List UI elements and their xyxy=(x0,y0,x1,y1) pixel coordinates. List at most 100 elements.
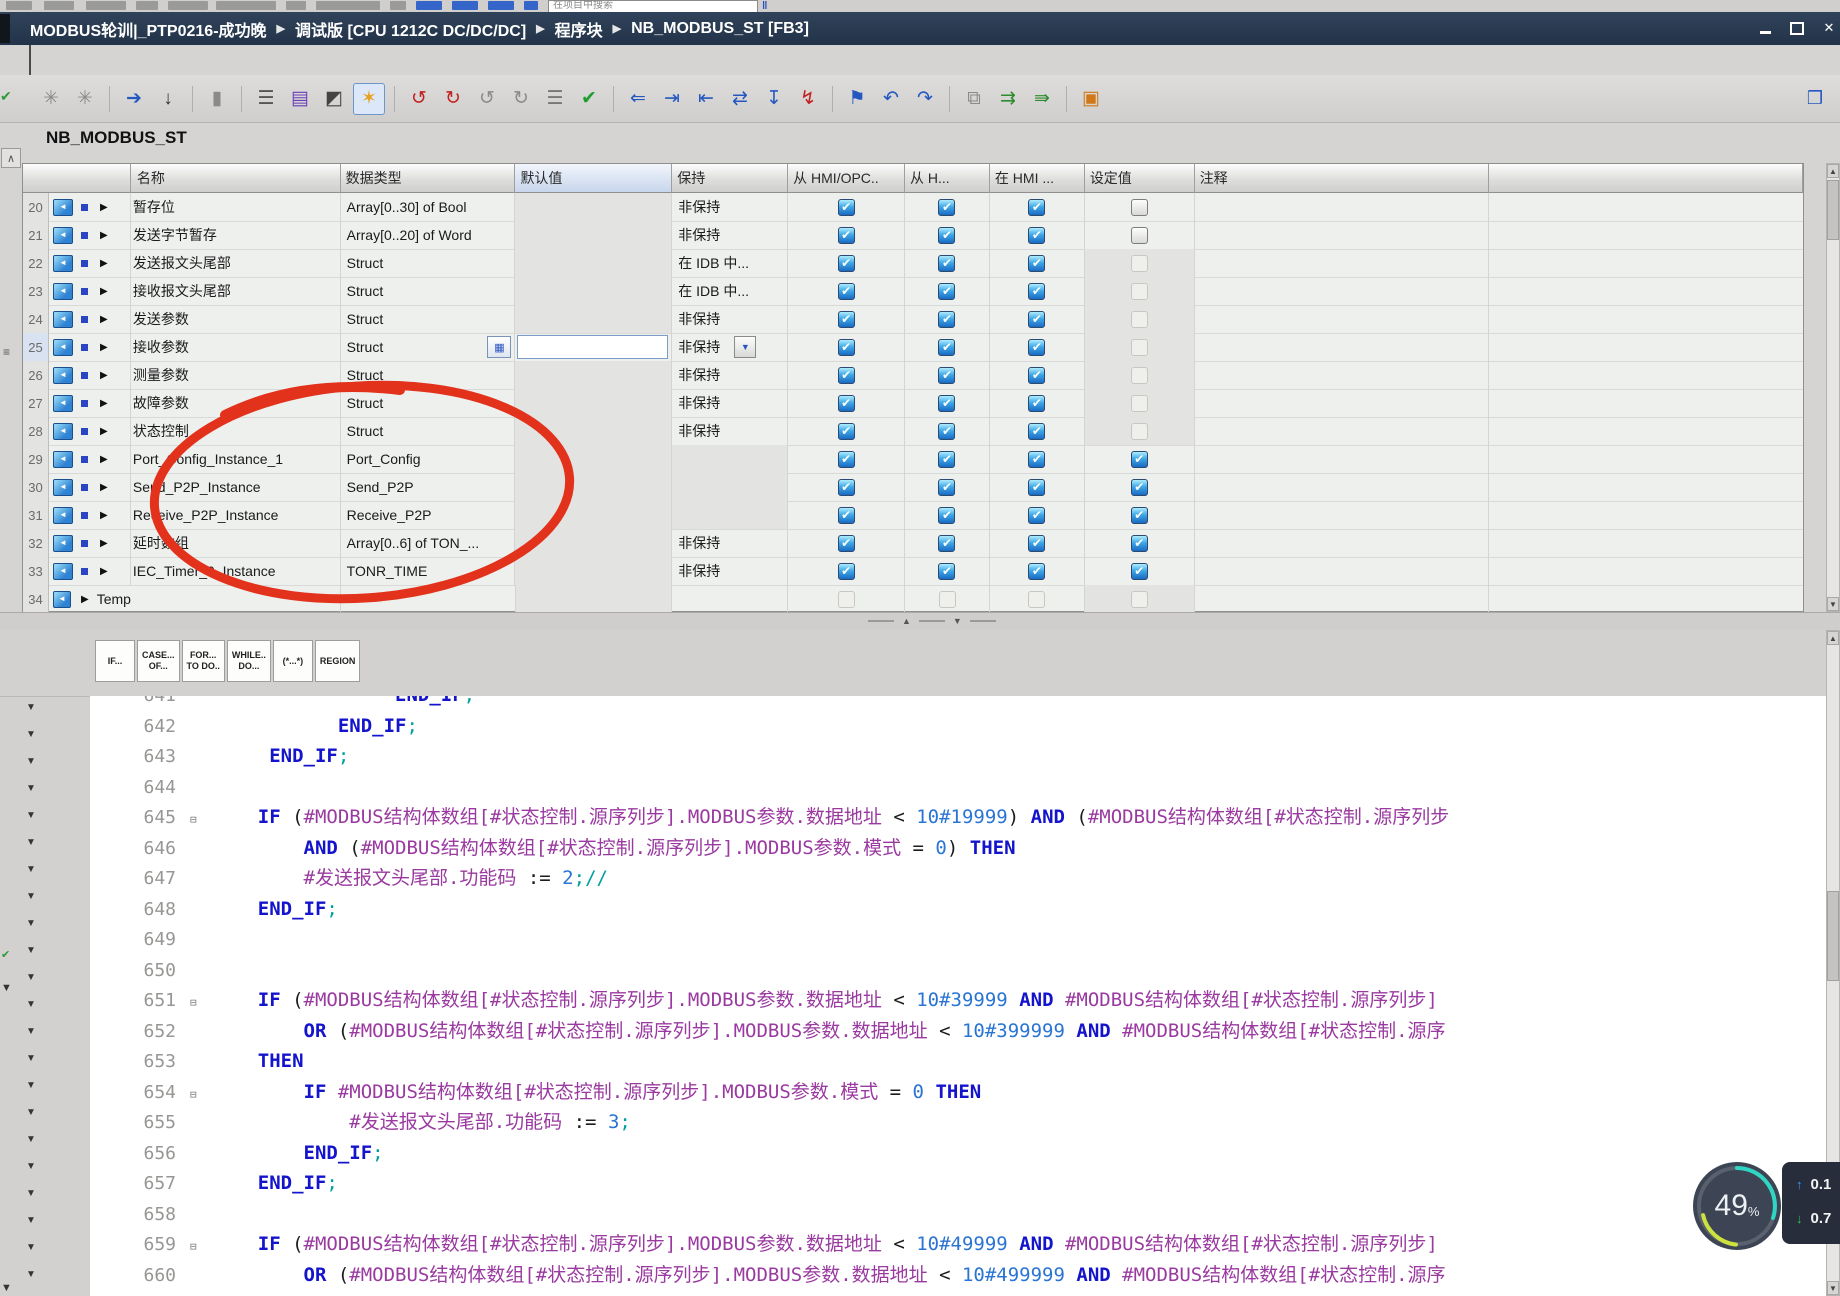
retain-cell[interactable]: 非保持 xyxy=(672,557,788,585)
default-value-cell[interactable] xyxy=(515,277,672,305)
memory-badge[interactable]: 49% xyxy=(1692,1161,1782,1251)
hmi-visible-checkbox[interactable]: ✔ xyxy=(1028,451,1045,468)
var-name-cell[interactable]: 延时数组 xyxy=(131,529,341,557)
hmi-accessible-checkbox[interactable]: ✔ xyxy=(838,199,855,216)
col-header-blank[interactable] xyxy=(1489,164,1803,193)
var-name-cell[interactable]: 暂存位 xyxy=(131,193,341,221)
var-type-cell[interactable]: Send_P2P xyxy=(341,473,516,501)
var-type-cell[interactable]: Port_Config xyxy=(341,445,516,473)
breadcrumb-item[interactable]: MODBUS轮训|_PTP0216-成功晚 xyxy=(30,17,267,41)
default-value-cell[interactable] xyxy=(515,473,672,501)
expand-caret-icon[interactable]: ▶ xyxy=(81,594,89,605)
table-row[interactable]: 28◄▶状态控制Struct非保持✔✔✔ xyxy=(23,417,1803,446)
pane-splitter[interactable]: ▲ ▼ xyxy=(0,612,1840,632)
table-scrollbar[interactable]: ▲ ▼ xyxy=(1826,163,1840,612)
col-header-4[interactable]: 保持 xyxy=(672,164,788,193)
var-type-cell[interactable] xyxy=(341,585,516,613)
fold-toggle-icon[interactable]: ⊟ xyxy=(190,988,212,1019)
toolbar-icon-clipped[interactable] xyxy=(168,1,208,10)
hmi-writable-checkbox[interactable]: ✔ xyxy=(938,563,955,580)
hmi-accessible-checkbox[interactable]: ✔ xyxy=(838,563,855,580)
table-scroll-thumb[interactable] xyxy=(1827,180,1839,240)
snippet-case[interactable]: CASE...OF... xyxy=(137,640,180,682)
hmi-accessible-checkbox[interactable]: ✔ xyxy=(838,367,855,384)
rail-dropdown-icon[interactable]: ▼ xyxy=(26,702,36,713)
snippet-for[interactable]: FOR...TO DO.. xyxy=(182,640,225,682)
rail-dropdown-icon[interactable]: ▼ xyxy=(26,729,36,740)
hmi-visible-checkbox[interactable]: ✔ xyxy=(1028,395,1045,412)
toolbar-icon-clipped[interactable] xyxy=(452,1,478,10)
hmi-visible-checkbox[interactable]: ✔ xyxy=(1028,283,1045,300)
splitter-up-icon[interactable]: ▲ xyxy=(902,616,911,626)
comment-cell[interactable] xyxy=(1195,361,1490,389)
table-row[interactable]: 29◄▶Port_Config_Instance_1Port_Config✔✔✔… xyxy=(23,445,1803,474)
comment-cell[interactable] xyxy=(1195,501,1490,529)
breadcrumb-item[interactable]: 程序块 xyxy=(555,17,603,41)
default-value-cell[interactable] xyxy=(515,361,672,389)
toolbar-icon-clipped[interactable] xyxy=(86,1,126,10)
retain-cell[interactable] xyxy=(672,473,788,501)
toolbar-icon-clipped[interactable] xyxy=(390,1,406,10)
col-header-1[interactable]: 名称 xyxy=(131,164,341,193)
pause-icon[interactable]: ‖ xyxy=(762,0,767,12)
expand-caret-icon[interactable]: ▶ xyxy=(100,566,108,577)
default-value-cell[interactable] xyxy=(515,445,672,473)
hmi-accessible-checkbox[interactable]: ✔ xyxy=(838,479,855,496)
setpoint-checkbox[interactable]: ✔ xyxy=(1131,535,1148,552)
comment-cell[interactable] xyxy=(1195,221,1490,249)
var-name-cell[interactable]: Port_Config_Instance_1 xyxy=(131,445,341,473)
rail-dropdown-icon[interactable]: ▼ xyxy=(26,1161,36,1172)
expand-caret-icon[interactable]: ▶ xyxy=(100,398,108,409)
outline-icon[interactable]: ☰ xyxy=(251,84,281,114)
col-header-9[interactable]: 注释 xyxy=(1195,164,1490,193)
var-name-cell[interactable]: IEC_Timer_0_Instance xyxy=(131,557,341,585)
var-type-cell[interactable]: Array[0..20] of Word xyxy=(341,221,516,249)
hmi-writable-checkbox[interactable]: ✔ xyxy=(938,395,955,412)
retain-cell[interactable]: 非保持 xyxy=(672,529,788,557)
breadcrumb-item[interactable]: NB_MODBUS_ST [FB3] xyxy=(631,20,809,38)
var-name-cell[interactable]: 发送报文头尾部 xyxy=(131,249,341,277)
rail-dropdown-icon[interactable]: ▼ xyxy=(26,864,36,875)
table-row[interactable]: 33◄▶IEC_Timer_0_InstanceTONR_TIME非保持✔✔✔✔ xyxy=(23,557,1803,586)
default-value-cell[interactable] xyxy=(515,305,672,333)
hmi-visible-checkbox[interactable]: ✔ xyxy=(1028,563,1045,580)
hmi-writable-checkbox[interactable]: ✔ xyxy=(938,311,955,328)
hmi-accessible-checkbox[interactable]: ✔ xyxy=(838,283,855,300)
var-type-cell[interactable]: Struct▦ xyxy=(341,333,516,361)
rail-dropdown-icon[interactable]: ▼ xyxy=(26,918,36,929)
rail-dropdown-icon[interactable]: ▼ xyxy=(26,1134,36,1145)
rail-dropdown-icon[interactable]: ▼ xyxy=(26,1053,36,1064)
rail-dropdown-icon[interactable]: ▼ xyxy=(26,999,36,1010)
hmi-writable-checkbox[interactable]: ✔ xyxy=(938,255,955,272)
minimize-button[interactable] xyxy=(1756,19,1774,37)
var-type-cell[interactable]: TONR_TIME xyxy=(341,557,516,585)
hmi-writable-checkbox[interactable]: ✔ xyxy=(938,283,955,300)
retain-cell[interactable]: 非保持 xyxy=(672,361,788,389)
edge-dropdown-icon[interactable]: ▼ xyxy=(1,1282,12,1294)
var-type-cell[interactable]: Array[0..30] of Bool xyxy=(341,193,516,221)
table-row[interactable]: 32◄▶延时数组Array[0..6] of TON_...非保持✔✔✔✔ xyxy=(23,529,1803,558)
bookmark-prev-icon[interactable]: ↶ xyxy=(876,84,906,114)
rail-dropdown-icon[interactable]: ▼ xyxy=(26,891,36,902)
comment-cell[interactable] xyxy=(1195,417,1490,445)
table-rail-menu-icon[interactable]: ≡ xyxy=(3,345,10,359)
expand-list-icon[interactable]: ☰ xyxy=(540,84,570,114)
monitor-all-icon[interactable]: ✶ xyxy=(353,83,385,115)
indent-right-icon[interactable]: ⇥ xyxy=(657,84,687,114)
var-name-cell[interactable]: Receive_P2P_Instance xyxy=(131,501,341,529)
rail-dropdown-icon[interactable]: ▼ xyxy=(26,837,36,848)
hmi-visible-checkbox[interactable]: ✔ xyxy=(1028,507,1045,524)
setpoint-checkbox[interactable]: ✔ xyxy=(1131,563,1148,580)
rail-dropdown-icon[interactable]: ▼ xyxy=(26,972,36,983)
retain-cell[interactable] xyxy=(672,585,788,613)
editor-layout-icon[interactable]: ❒ xyxy=(1800,83,1830,113)
code-scroll-up[interactable]: ▲ xyxy=(1827,631,1839,645)
snapshot-download-icon[interactable]: ◩ xyxy=(319,84,349,114)
table-row[interactable]: 26◄▶测量参数Struct非保持✔✔✔ xyxy=(23,361,1803,390)
comment-cell[interactable] xyxy=(1195,277,1490,305)
rail-dropdown-icon[interactable]: ▼ xyxy=(26,1215,36,1226)
hmi-writable-checkbox[interactable]: ✔ xyxy=(938,423,955,440)
var-name-cell[interactable]: 发送字节暂存 xyxy=(131,221,341,249)
toolbar-icon-clipped[interactable] xyxy=(216,1,276,10)
comment-cell[interactable] xyxy=(1195,585,1490,613)
